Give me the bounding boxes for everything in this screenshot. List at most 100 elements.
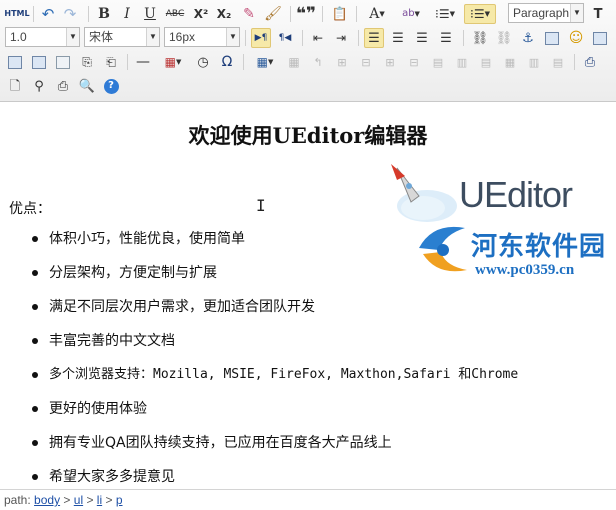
print-icon[interactable]: ⎙ (53, 76, 73, 96)
delete-row-icon[interactable]: ⊟ (356, 52, 376, 72)
toolbar-row-1: HTML ↶ ↷ B I U ABC X² X₂ ✎ 🖌 ❝❞ 📋 A ▼ ab… (0, 2, 616, 26)
line-height-select[interactable]: 1.0 ▼ (5, 27, 80, 47)
superscript-icon[interactable]: X² (191, 4, 211, 24)
merge-right-icon[interactable]: ▥ (452, 52, 472, 72)
unlink-icon[interactable]: ⛓ (494, 28, 514, 48)
underline-icon[interactable]: U (140, 4, 160, 24)
video-icon[interactable] (590, 28, 610, 48)
toolbar-row-2: 1.0 ▼ 宋体 ▼ 16px ▼ ▶¶ ¶◀ ⇤ ⇥ ☰ ☰ ☰ ☰ ⛓ ⛓ … (0, 26, 616, 50)
split-cells-icon[interactable]: ▦ (500, 52, 520, 72)
toolbar-separator (358, 30, 359, 46)
watermark-logo-icon (419, 226, 467, 272)
toolbar-separator (302, 30, 303, 46)
special-chars-button[interactable]: Ω (217, 52, 237, 72)
toolbar-separator (356, 6, 357, 22)
highlight-color-icon[interactable]: ab ▼ (396, 4, 426, 24)
list-item: 拥有专业QA团队持续支持，已应用在百度各大产品线上 (0, 433, 518, 467)
new-document-icon[interactable]: 🗋 (5, 76, 25, 96)
path-crumb-ul[interactable]: ul (74, 493, 83, 507)
format-painter-icon[interactable]: 🖌 (263, 4, 283, 24)
delete-col-icon[interactable]: ⊟ (404, 52, 424, 72)
font-family-select[interactable]: 宋体 ▼ (84, 27, 160, 47)
paste-plain-icon[interactable]: 📋 (330, 4, 350, 24)
ordered-list-icon[interactable]: ⁝☰ ▼ (430, 4, 460, 24)
map-icon[interactable] (5, 52, 25, 72)
insert-table-icon[interactable]: ▦ ▼ (250, 52, 280, 72)
paragraph-select-value: Paragraph (513, 6, 570, 20)
split-cols-icon[interactable]: ▤ (548, 52, 568, 72)
chevron-down-icon: ▼ (66, 28, 79, 46)
path-crumb-p[interactable]: p (116, 493, 123, 507)
editor-toolbar: HTML ↶ ↷ B I U ABC X² X₂ ✎ 🖌 ❝❞ 📋 A ▼ ab… (0, 0, 616, 102)
preview-icon[interactable]: 🔍 (77, 76, 97, 96)
page-break-icon[interactable]: ⎘ (77, 52, 97, 72)
list-item: 希望大家多多提意见 (0, 467, 518, 488)
list-item: 更好的使用体验 (0, 399, 518, 433)
align-left-icon[interactable]: ☰ (364, 28, 384, 48)
unordered-list-icon[interactable]: ⁝☰ ▼ (464, 4, 496, 24)
chevron-down-icon: ▼ (570, 4, 583, 22)
toolbar-separator (127, 54, 128, 70)
split-rows-icon[interactable]: ▥ (524, 52, 544, 72)
toolbar-separator (243, 54, 244, 70)
redo-icon[interactable]: ↷ (60, 4, 80, 24)
paragraph-select[interactable]: Paragraph ▼ (508, 3, 584, 23)
line-height-value: 1.0 (10, 30, 27, 44)
font-size-value: 16px (169, 30, 196, 44)
video-glyph (593, 31, 607, 45)
indent-icon[interactable]: ⇥ (331, 28, 351, 48)
ueditor-logo-text: UEditor (459, 174, 573, 215)
emotion-icon[interactable]: ☺ (566, 28, 586, 48)
toolbar-separator (88, 6, 89, 22)
eraser-icon[interactable]: ✎ (239, 4, 259, 24)
gmap-glyph (32, 55, 46, 69)
font-case-icon[interactable]: T (588, 4, 608, 24)
print-preview-icon[interactable]: ⎙ (580, 52, 600, 72)
strikethrough-icon[interactable]: ABC (165, 4, 185, 24)
blockquote-icon[interactable]: ❝❞ (296, 4, 316, 24)
font-color-icon[interactable]: A ▼ (362, 4, 392, 24)
help-icon[interactable]: ? (101, 76, 121, 96)
toolbar-separator (290, 6, 291, 22)
delete-table-icon[interactable]: ▦ (284, 52, 304, 72)
watermark-url: www.pc0359.cn (475, 262, 575, 278)
outdent-icon[interactable]: ⇤ (308, 28, 328, 48)
search-replace-icon[interactable]: ⚲ (29, 76, 49, 96)
undo-icon[interactable]: ↶ (38, 4, 58, 24)
path-crumb-body[interactable]: body (34, 493, 60, 507)
date-icon[interactable]: ▦ ▼ (158, 52, 188, 72)
anchor-icon[interactable]: ⚓ (518, 28, 538, 48)
html-source-button[interactable]: HTML (4, 4, 30, 24)
align-right-icon[interactable]: ☰ (412, 28, 432, 48)
image-icon[interactable] (542, 28, 562, 48)
toolbar-separator (322, 6, 323, 22)
insert-row-icon[interactable]: ⊞ (332, 52, 352, 72)
merge-down-icon[interactable]: ▤ (476, 52, 496, 72)
toolbar-row-4: 🗋 ⚲ ⎙ 🔍 ? (0, 74, 616, 98)
toolbar-separator (574, 54, 575, 70)
gmap-icon[interactable] (29, 52, 49, 72)
toolbar-separator (245, 30, 246, 46)
link-icon[interactable]: ⛓ (470, 28, 490, 48)
element-path-bar: path: body > ul > li > p (0, 489, 616, 510)
insert-paragraph-before-table-icon[interactable]: ↰ (308, 52, 328, 72)
insert-frame-icon[interactable] (53, 52, 73, 72)
direction-ltr-button[interactable]: ▶¶ (251, 28, 271, 48)
align-justify-icon[interactable]: ☰ (436, 28, 456, 48)
editor-content[interactable]: 欢迎使用UEditor编辑器 UEditor 优点： I 体积小巧，性能优良，使… (0, 102, 616, 488)
site-watermark: 河东软件园 www.pc0359.cn (415, 220, 615, 290)
merge-cells-icon[interactable]: ▤ (428, 52, 448, 72)
insert-col-icon[interactable]: ⊞ (380, 52, 400, 72)
path-crumb-li[interactable]: li (97, 493, 102, 507)
pros-label: 优点： (9, 201, 51, 217)
template-icon[interactable]: ⎗ (101, 52, 121, 72)
horizontal-rule-icon[interactable]: — (133, 52, 153, 72)
italic-icon[interactable]: I (117, 4, 137, 24)
bold-icon[interactable]: B (94, 4, 114, 24)
time-icon[interactable]: ◷ (193, 52, 213, 72)
direction-rtl-button[interactable]: ¶◀ (275, 28, 295, 48)
font-size-select[interactable]: 16px ▼ (164, 27, 240, 47)
map-glyph (8, 55, 22, 69)
align-center-icon[interactable]: ☰ (388, 28, 408, 48)
subscript-icon[interactable]: X₂ (214, 4, 234, 24)
